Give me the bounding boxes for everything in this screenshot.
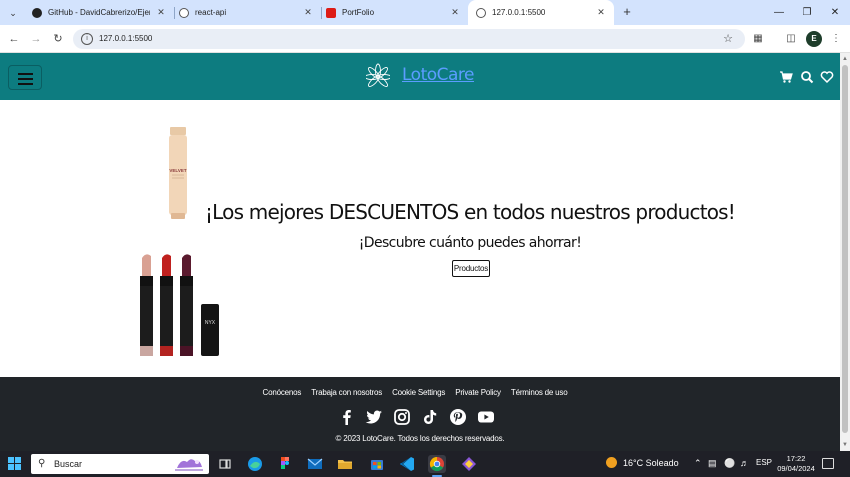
url-text[interactable]: 127.0.0.1:5500: [99, 34, 152, 43]
task-view-icon[interactable]: [216, 455, 234, 473]
search-icon[interactable]: [800, 70, 814, 84]
page-viewport: LotoCare VELVET NYX ¡Los mejores DESCUEN…: [0, 53, 840, 451]
hero-title: ¡Los mejores DESCUENTOS en todos nuestro…: [204, 200, 736, 224]
tab-search-chevron-icon[interactable]: ⌄: [5, 5, 21, 21]
back-arrow-icon[interactable]: ←: [6, 31, 22, 47]
browser-toolbar: ← → ↻ i 127.0.0.1:5500 ☆ ▦ ◫ ⋮: [0, 25, 850, 53]
pinterest-icon[interactable]: [449, 408, 467, 426]
close-tab-icon[interactable]: ✕: [156, 7, 166, 18]
svg-text:NYX: NYX: [205, 320, 216, 326]
cart-icon[interactable]: [779, 70, 793, 84]
angular-icon: [326, 7, 336, 18]
heart-icon[interactable]: [820, 70, 834, 84]
taskbar-search-placeholder: Buscar: [54, 459, 83, 469]
windows-start-icon[interactable]: [8, 457, 22, 471]
scroll-up-arrow-icon[interactable]: ▲: [840, 55, 850, 63]
site-footer: Conócenos Trabaja con nosotros Cookie Se…: [0, 377, 840, 451]
tab-title: 127.0.0.1:5500: [492, 8, 546, 17]
file-explorer-icon[interactable]: [336, 455, 354, 473]
tab-localhost[interactable]: 127.0.0.1:5500 ✕: [468, 0, 614, 25]
hero-subtitle: ¡Descubre cuánto puedes ahorrar!: [358, 235, 582, 251]
reload-icon[interactable]: ↻: [50, 31, 66, 47]
site-header: LotoCare: [0, 53, 840, 100]
tray-network-icon[interactable]: ▤: [708, 458, 717, 469]
lipsticks-product-image: NYX: [140, 254, 219, 356]
footer-copyright: © 2023 LotoCare. Todos los derechos rese…: [335, 434, 505, 443]
store-icon[interactable]: [368, 455, 386, 473]
instagram-icon[interactable]: [393, 408, 411, 426]
tiktok-icon[interactable]: [421, 408, 439, 426]
kebab-menu-icon[interactable]: ⋮: [828, 31, 844, 47]
globe-icon: [476, 7, 486, 18]
footer-link-conocenos[interactable]: Conócenos: [263, 388, 302, 397]
tab-title: GitHub - DavidCabrerizo/Ejercic: [48, 8, 150, 17]
footer-link-cookies[interactable]: Cookie Settings: [392, 388, 445, 397]
side-panel-icon[interactable]: ◫: [783, 31, 799, 47]
lotus-logo-icon[interactable]: [366, 62, 390, 92]
github-icon: [32, 7, 42, 18]
globe-icon: [179, 7, 189, 18]
brand-link[interactable]: LotoCare: [402, 65, 475, 85]
footer-link-trabaja[interactable]: Trabaja con nosotros: [311, 388, 382, 397]
clock-time: 17:22: [786, 454, 806, 463]
footer-link-privacy[interactable]: Private Policy: [455, 388, 501, 397]
tab-react-api[interactable]: react-api ✕: [171, 0, 321, 25]
tab-github[interactable]: GitHub - DavidCabrerizo/Ejercic ✕: [24, 0, 174, 25]
language-indicator[interactable]: ESP: [756, 458, 772, 467]
extensions-puzzle-icon[interactable]: ▦: [750, 31, 766, 47]
search-icon: ⚲: [38, 458, 46, 469]
profile-avatar[interactable]: E: [806, 31, 822, 47]
site-info-icon[interactable]: i: [81, 33, 93, 45]
tab-portfolio[interactable]: PortFolio ✕: [318, 0, 468, 25]
close-tab-icon[interactable]: ✕: [303, 7, 313, 18]
facebook-icon[interactable]: [338, 408, 356, 426]
tab-title: react-api: [195, 8, 227, 17]
git-client-icon[interactable]: [460, 455, 478, 473]
weather-widget[interactable]: 16°C Soleado: [606, 457, 679, 468]
windows-taskbar: ⚲ Buscar 16°C Soleado ⌃ ▤ ⚪ ♬ ESP 17:22 …: [0, 451, 850, 477]
tray-chevron-up-icon[interactable]: ⌃: [694, 458, 702, 469]
hero-section: VELVET NYX ¡Los mejores DESCUENTOS en to…: [0, 100, 840, 377]
scroll-thumb[interactable]: [842, 65, 848, 433]
bookmark-star-icon[interactable]: ☆: [723, 32, 733, 45]
tray-volume-icon[interactable]: ♬: [740, 458, 749, 468]
page-scrollbar[interactable]: ▲ ▼: [840, 53, 850, 451]
close-tab-icon[interactable]: ✕: [596, 7, 606, 18]
sun-icon: [606, 457, 617, 468]
close-window-icon[interactable]: ✕: [820, 0, 850, 25]
address-bar[interactable]: i 127.0.0.1:5500 ☆: [73, 29, 745, 49]
scroll-down-arrow-icon[interactable]: ▼: [840, 441, 850, 449]
mail-icon[interactable]: [306, 455, 324, 473]
productos-button[interactable]: Productos: [452, 260, 490, 277]
screen: ⌄ GitHub - DavidCabrerizo/Ejercic ✕ reac…: [0, 0, 850, 477]
footer-links: Conócenos Trabaja con nosotros Cookie Se…: [0, 388, 830, 397]
close-tab-icon[interactable]: ✕: [450, 7, 460, 18]
tray-wifi-icon[interactable]: ⚪: [724, 458, 735, 469]
edge-icon[interactable]: [246, 455, 264, 473]
forward-arrow-icon[interactable]: →: [28, 31, 44, 47]
youtube-icon[interactable]: [477, 408, 495, 426]
chrome-icon[interactable]: [428, 455, 446, 473]
svg-text:VELVET: VELVET: [169, 168, 186, 173]
taskbar-clock[interactable]: 17:22 09/04/2024: [774, 454, 818, 474]
weather-text: 16°C Soleado: [623, 458, 679, 468]
notification-center-icon[interactable]: [822, 458, 834, 469]
clock-date: 09/04/2024: [777, 464, 815, 473]
figma-icon[interactable]: [276, 455, 294, 473]
taskbar-search-box[interactable]: ⚲ Buscar: [31, 454, 209, 474]
search-highlight-illustration: [175, 459, 203, 471]
social-links: [338, 408, 498, 426]
twitter-icon[interactable]: [365, 408, 383, 426]
minimize-icon[interactable]: —: [764, 0, 794, 25]
footer-link-terminos[interactable]: Términos de uso: [511, 388, 568, 397]
tab-title: PortFolio: [342, 8, 375, 17]
hamburger-menu-button[interactable]: [8, 65, 42, 90]
restore-icon[interactable]: ❐: [792, 0, 822, 25]
vscode-icon[interactable]: [398, 455, 416, 473]
new-tab-button[interactable]: +: [619, 3, 635, 21]
browser-tab-strip: ⌄ GitHub - DavidCabrerizo/Ejercic ✕ reac…: [0, 0, 850, 25]
